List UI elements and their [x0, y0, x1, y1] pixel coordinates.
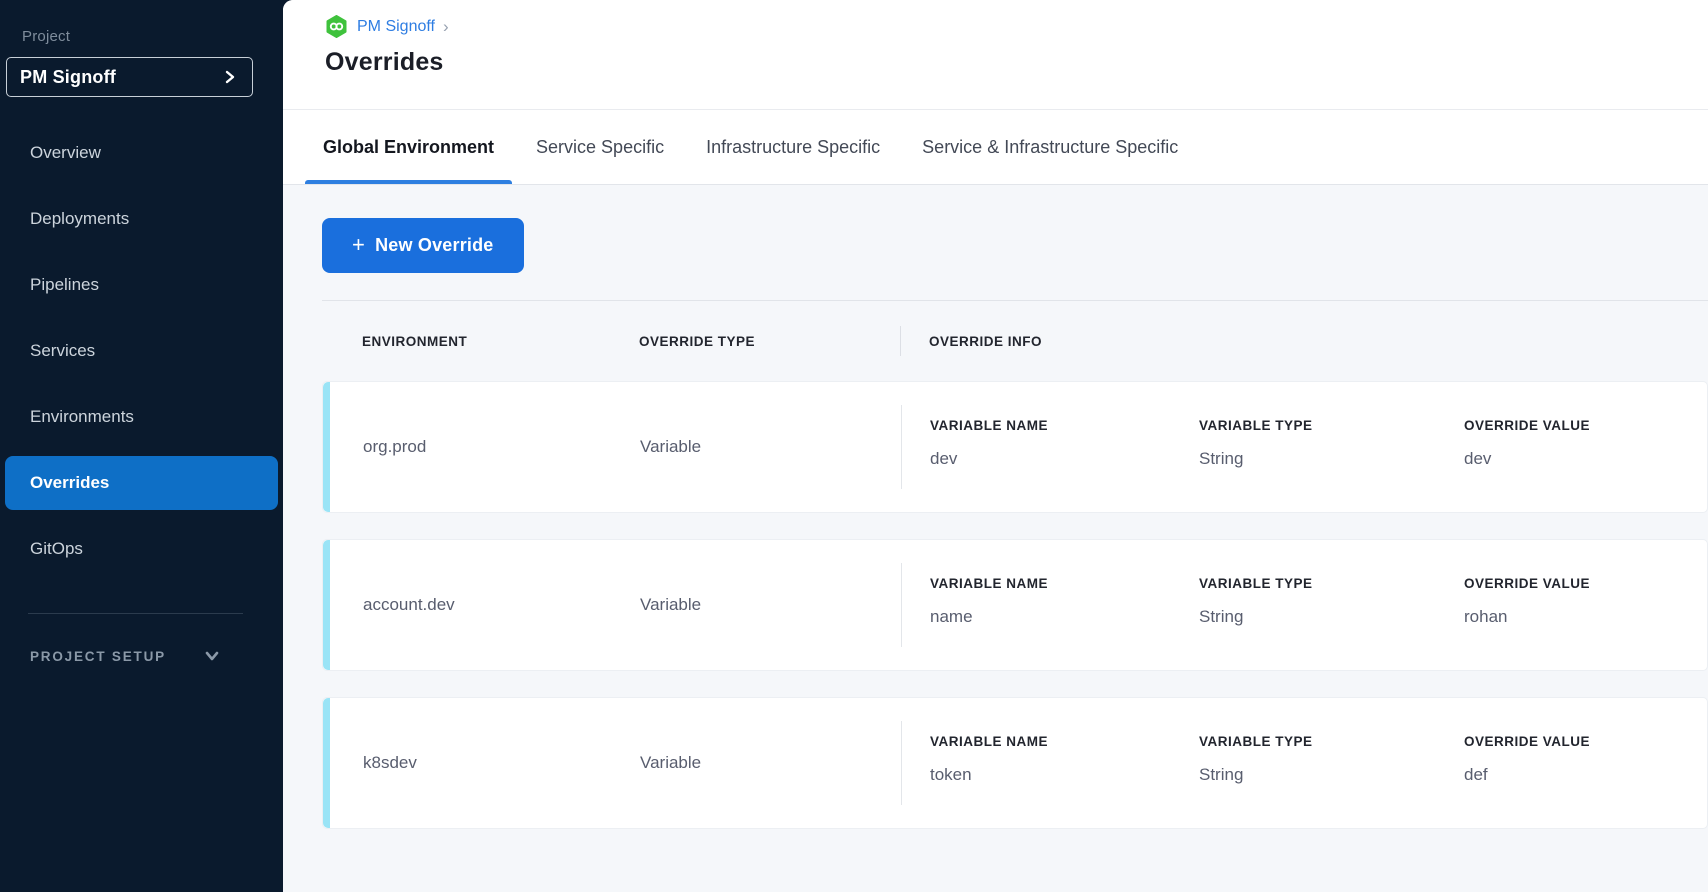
- override-value-value: dev: [1464, 449, 1684, 469]
- sidebar-item-label: Pipelines: [30, 275, 99, 295]
- row-environment: account.dev: [363, 595, 640, 615]
- chevron-down-icon: [202, 646, 222, 666]
- override-row[interactable]: k8sdev Variable VARIABLE NAME token VARI…: [322, 697, 1708, 829]
- breadcrumb: PM Signoff ›: [325, 15, 1708, 38]
- override-row[interactable]: account.dev Variable VARIABLE NAME name …: [322, 539, 1708, 671]
- tab-global-environment[interactable]: Global Environment: [305, 110, 512, 184]
- sidebar-item-environments[interactable]: Environments: [5, 390, 278, 444]
- variable-type-value: String: [1199, 765, 1464, 785]
- variable-type-label: VARIABLE TYPE: [1199, 734, 1464, 749]
- row-override-info: VARIABLE NAME name VARIABLE TYPE String …: [901, 563, 1684, 647]
- variable-name-col: VARIABLE NAME name: [930, 563, 1199, 627]
- row-override-type: Variable: [640, 753, 901, 773]
- project-sidebar: Project PM Signoff Overview Deployments …: [0, 0, 283, 892]
- sidebar-item-label: Services: [30, 341, 95, 361]
- row-environment: org.prod: [363, 437, 640, 457]
- override-value-col: OVERRIDE VALUE def: [1464, 721, 1684, 785]
- column-header-override-info-wrap: OVERRIDE INFO: [900, 326, 1042, 356]
- sidebar-item-gitops[interactable]: GitOps: [5, 522, 278, 576]
- overrides-list-panel: + New Override ENVIRONMENT OVERRIDE TYPE…: [283, 185, 1708, 892]
- new-override-button-label: New Override: [375, 235, 493, 256]
- row-accent-bar: [323, 540, 330, 670]
- override-value-label: OVERRIDE VALUE: [1464, 734, 1684, 749]
- column-header-override-type: OVERRIDE TYPE: [639, 334, 900, 349]
- row-override-info: VARIABLE NAME dev VARIABLE TYPE String O…: [901, 405, 1684, 489]
- override-value-label: OVERRIDE VALUE: [1464, 576, 1684, 591]
- tab-infrastructure-specific[interactable]: Infrastructure Specific: [688, 110, 898, 184]
- breadcrumb-separator-icon: ›: [443, 18, 449, 35]
- row-override-type: Variable: [640, 437, 901, 457]
- breadcrumb-project-link[interactable]: PM Signoff: [357, 18, 435, 36]
- variable-name-value: dev: [930, 449, 1199, 469]
- variable-name-label: VARIABLE NAME: [930, 734, 1199, 749]
- variable-type-label: VARIABLE TYPE: [1199, 576, 1464, 591]
- tab-service-specific[interactable]: Service Specific: [518, 110, 682, 184]
- override-row[interactable]: org.prod Variable VARIABLE NAME dev VARI…: [322, 381, 1708, 513]
- new-override-button[interactable]: + New Override: [322, 218, 524, 273]
- variable-name-value: name: [930, 607, 1199, 627]
- variable-type-value: String: [1199, 607, 1464, 627]
- variable-type-value: String: [1199, 449, 1464, 469]
- override-scope-tabs: Global Environment Service Specific Infr…: [283, 110, 1708, 185]
- sidebar-item-pipelines[interactable]: Pipelines: [5, 258, 278, 312]
- override-value-label: OVERRIDE VALUE: [1464, 418, 1684, 433]
- plus-icon: +: [352, 234, 365, 256]
- column-header-override-info: OVERRIDE INFO: [929, 334, 1042, 349]
- override-value-value: rohan: [1464, 607, 1684, 627]
- tab-label: Service & Infrastructure Specific: [922, 137, 1178, 158]
- variable-name-label: VARIABLE NAME: [930, 418, 1199, 433]
- project-setup-label: PROJECT SETUP: [30, 649, 166, 664]
- project-setup-toggle[interactable]: PROJECT SETUP: [30, 646, 283, 666]
- column-header-environment: ENVIRONMENT: [362, 334, 639, 349]
- row-override-info: VARIABLE NAME token VARIABLE TYPE String…: [901, 721, 1684, 805]
- sidebar-item-label: Deployments: [30, 209, 129, 229]
- variable-name-value: token: [930, 765, 1199, 785]
- sidebar-item-label: GitOps: [30, 539, 83, 559]
- project-selector[interactable]: PM Signoff: [6, 57, 253, 97]
- row-override-type: Variable: [640, 595, 901, 615]
- sidebar-item-overrides[interactable]: Overrides: [5, 456, 278, 510]
- sidebar-item-label: Environments: [30, 407, 134, 427]
- tab-service-infrastructure-specific[interactable]: Service & Infrastructure Specific: [904, 110, 1196, 184]
- tab-label: Service Specific: [536, 137, 664, 158]
- page-title: Overrides: [325, 48, 1708, 77]
- row-environment: k8sdev: [363, 753, 640, 773]
- project-scope-label: Project: [22, 28, 283, 45]
- override-value-col: OVERRIDE VALUE rohan: [1464, 563, 1684, 627]
- tab-label: Global Environment: [323, 137, 494, 158]
- variable-name-label: VARIABLE NAME: [930, 576, 1199, 591]
- page-header: PM Signoff › Overrides: [283, 0, 1708, 110]
- sidebar-divider: [28, 613, 243, 614]
- row-accent-bar: [323, 698, 330, 828]
- tab-label: Infrastructure Specific: [706, 137, 880, 158]
- project-selector-value: PM Signoff: [20, 67, 116, 88]
- override-value-col: OVERRIDE VALUE dev: [1464, 405, 1684, 469]
- sidebar-item-overview[interactable]: Overview: [5, 126, 278, 180]
- table-header: ENVIRONMENT OVERRIDE TYPE OVERRIDE INFO: [322, 301, 1708, 381]
- variable-name-col: VARIABLE NAME token: [930, 721, 1199, 785]
- variable-name-col: VARIABLE NAME dev: [930, 405, 1199, 469]
- row-accent-bar: [323, 382, 330, 512]
- cd-module-icon: [325, 15, 348, 38]
- main-content: PM Signoff › Overrides Global Environmen…: [283, 0, 1708, 892]
- variable-type-col: VARIABLE TYPE String: [1199, 721, 1464, 785]
- sidebar-item-label: Overrides: [30, 473, 109, 493]
- override-value-value: def: [1464, 765, 1684, 785]
- project-nav: Overview Deployments Pipelines Services …: [0, 126, 283, 576]
- sidebar-item-services[interactable]: Services: [5, 324, 278, 378]
- sidebar-item-deployments[interactable]: Deployments: [5, 192, 278, 246]
- variable-type-col: VARIABLE TYPE String: [1199, 563, 1464, 627]
- variable-type-col: VARIABLE TYPE String: [1199, 405, 1464, 469]
- chevron-right-icon: [222, 69, 238, 85]
- sidebar-item-label: Overview: [30, 143, 101, 163]
- variable-type-label: VARIABLE TYPE: [1199, 418, 1464, 433]
